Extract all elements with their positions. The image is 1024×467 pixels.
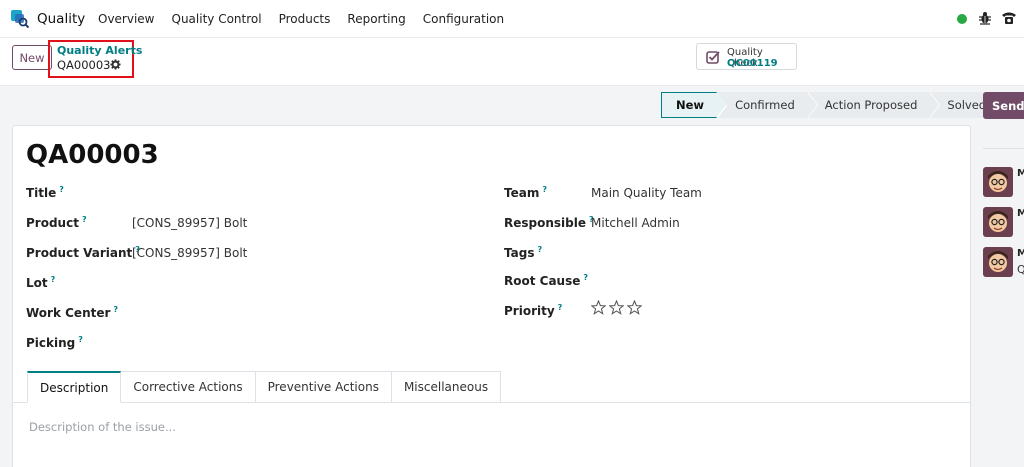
tab-description[interactable]: Description [27,371,122,403]
app-name[interactable]: Quality [37,11,85,27]
main-menu: Overview Quality Control Products Report… [98,12,521,26]
top-navbar: Quality Overview Quality Control Product… [0,0,1024,38]
menu-configuration[interactable]: Configuration [423,12,504,26]
help-icon[interactable]: ? [113,305,118,314]
bug-icon[interactable] [978,11,992,25]
field-label-priority: Priority? [504,303,562,318]
avatar-image [983,247,1013,277]
priority-stars [591,300,642,315]
breadcrumb-quality-alerts[interactable]: Quality Alerts [57,44,142,57]
field-label-team: Team? [504,185,547,200]
menu-overview[interactable]: Overview [98,12,155,26]
avatar-image [983,207,1013,237]
field-work-center-input[interactable] [132,305,472,321]
menu-reporting[interactable]: Reporting [347,12,405,26]
star-outline-icon[interactable] [591,300,606,315]
quality-check-smart-button[interactable]: Quality Check QC00119 [696,43,797,70]
label-text: Tags [504,246,535,260]
menu-quality-control[interactable]: Quality Control [172,12,262,26]
star-outline-icon[interactable] [627,300,642,315]
stage-label: Solved [947,98,987,112]
field-label-lot: Lot? [26,275,55,290]
help-icon[interactable]: ? [59,185,64,194]
phone-icon[interactable] [1001,10,1017,26]
gear-icon[interactable] [110,59,121,70]
breadcrumb-current-record: QA00003 [57,58,111,72]
chatter-author: M [1017,208,1024,219]
label-text: Product [26,216,79,230]
form-sheet: QA00003 Title? Product? [CONS_89957] Bol… [12,125,971,467]
tab-corrective-actions[interactable]: Corrective Actions [121,371,256,403]
menu-products[interactable]: Products [279,12,331,26]
field-label-product: Product? [26,215,87,230]
field-label-picking: Picking? [26,335,83,350]
label-text: Product Variant [26,246,133,260]
stage-new[interactable]: New [661,92,728,119]
stage-statusbar: New Confirmed Action Proposed Solved [661,92,999,119]
stage-label: Action Proposed [824,98,918,112]
field-responsible-value[interactable]: Mitchell Admin [591,216,680,230]
chatter-message: Q [1017,263,1024,276]
help-icon[interactable]: ? [583,273,588,282]
field-label-tags: Tags? [504,245,542,260]
label-text: Title [26,186,57,200]
field-root-cause-input[interactable] [591,273,951,289]
field-product-value[interactable]: [CONS_89957] Bolt [132,216,247,230]
help-icon[interactable]: ? [78,335,83,344]
avatar-image [983,167,1013,197]
send-message-button[interactable]: Send m [983,92,1024,119]
label-text: Work Center [26,306,111,320]
stage-label: New [676,98,705,112]
field-team-value[interactable]: Main Quality Team [591,186,702,200]
stage-action-proposed[interactable]: Action Proposed [806,92,941,118]
chatter-author: M [1017,168,1024,179]
field-lot-input[interactable] [132,275,472,291]
star-outline-icon[interactable] [609,300,624,315]
field-label-responsible: Responsible? [504,215,594,230]
stage-label: Confirmed [735,98,795,112]
quality-check-value: QC00119 [727,58,778,69]
tab-preventive-actions[interactable]: Preventive Actions [255,371,392,403]
description-editor[interactable]: Description of the issue... [29,420,176,434]
field-label-root-cause: Root Cause? [504,273,588,288]
field-label-title: Title? [26,185,64,200]
avatar[interactable] [983,167,1013,197]
quality-app-icon[interactable] [11,10,29,28]
label-text: Lot [26,276,48,290]
field-label-product-variant: Product Variant? [26,245,140,260]
label-text: Root Cause [504,274,581,288]
help-icon[interactable]: ? [558,303,563,312]
control-panel: New Quality Alerts QA00003 Quality Check… [0,38,1024,86]
help-icon[interactable]: ? [542,185,547,194]
label-text: Responsible [504,216,586,230]
checkbox-checked-icon [706,51,720,64]
avatar[interactable] [983,207,1013,237]
tab-miscellaneous[interactable]: Miscellaneous [391,371,502,403]
field-tags-input[interactable] [591,245,951,261]
field-product-variant-value[interactable]: [CONS_89957] Bolt [132,246,247,260]
help-icon[interactable]: ? [82,215,87,224]
field-picking-input[interactable] [132,335,472,351]
help-icon[interactable]: ? [51,275,56,284]
field-label-work-center: Work Center? [26,305,118,320]
new-button[interactable]: New [12,45,52,70]
online-status-icon[interactable] [957,14,967,24]
chatter-divider [983,148,1024,149]
chatter-author: M [1017,248,1024,259]
stage-confirmed[interactable]: Confirmed [717,92,818,118]
help-icon[interactable]: ? [537,245,542,254]
label-text: Team [504,186,540,200]
label-text: Priority [504,304,555,318]
label-text: Picking [26,336,76,350]
notebook-tabs: Description Corrective Actions Preventiv… [27,371,502,403]
avatar[interactable] [983,247,1013,277]
record-title: QA00003 [26,140,159,170]
field-title-input[interactable] [132,185,472,201]
